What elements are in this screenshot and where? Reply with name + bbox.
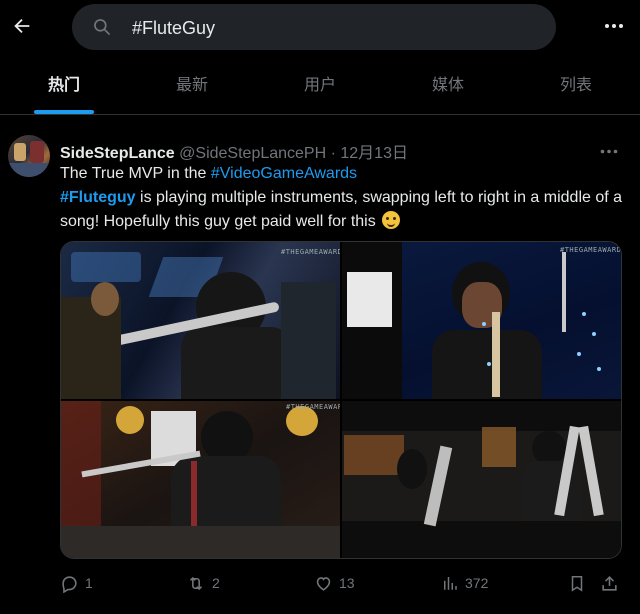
display-name[interactable]: SideStepLance [60,145,175,162]
heart-icon [316,576,331,591]
share-icon [602,575,617,591]
tab-label: 热门 [47,75,80,94]
more-options-button[interactable] [600,12,628,40]
post-text-intro: The True MVP in the [60,165,211,182]
share-button[interactable] [600,569,619,597]
post-text-body: is playing multiple instruments, swappin… [60,189,623,230]
tab-people[interactable]: 用户 [256,56,384,114]
like-count: 13 [339,575,355,591]
media-image-4[interactable] [342,401,621,558]
top-bar [0,0,640,56]
post-header: SideStepLance @SideStepLancePH · 12月13日 [60,139,408,163]
media-image-1[interactable]: #THEGAMEAWARDS [61,242,340,399]
separator: · [326,145,341,162]
reply-icon [62,575,77,593]
bookmark-button[interactable] [568,569,586,597]
tab-media[interactable]: 媒体 [384,56,512,114]
search-icon [94,19,110,35]
more-horizontal-icon [605,24,623,28]
tab-label: 媒体 [431,75,464,94]
tab-lists[interactable]: 列表 [512,56,640,114]
views-button[interactable]: 372 [441,569,488,597]
hashtag-link[interactable]: #Fluteguy [60,189,136,206]
more-horizontal-icon [600,149,618,153]
post-date[interactable]: 12月13日 [340,145,408,162]
post-more-button[interactable] [596,141,622,161]
active-tab-indicator [34,110,94,114]
media-image-3[interactable]: #THEGAMEAWARDS [61,401,340,558]
back-button[interactable] [6,10,38,42]
repost-icon [189,576,203,590]
repost-button[interactable]: 2 [186,569,220,597]
media-grid[interactable]: #THEGAMEAWARDS #THEGAMEAWARDS #THEGAMEAW… [60,241,622,559]
watermark: #THEGAMEAWARDS [560,246,621,254]
search-tabs: 热门 最新 用户 媒体 列表 [0,56,640,115]
reply-count: 1 [85,575,93,591]
tab-label: 用户 [303,75,336,94]
avatar[interactable] [8,135,50,177]
post-text: The True MVP in the #VideoGameAwards #Fl… [60,162,628,234]
tab-latest[interactable]: 最新 [128,56,256,114]
post[interactable]: SideStepLance @SideStepLancePH · 12月13日 … [0,123,640,614]
user-handle[interactable]: @SideStepLancePH [179,145,326,162]
watermark: #THEGAMEAWARDS [281,248,340,256]
tab-label: 列表 [559,75,592,94]
reply-button[interactable]: 1 [60,569,93,597]
post-actions: 1 2 13 372 [60,569,628,597]
like-button[interactable]: 13 [314,569,355,597]
repost-count: 2 [212,575,220,591]
bookmark-icon [571,575,583,592]
analytics-icon [444,577,457,590]
tab-top[interactable]: 热门 [0,56,128,114]
view-count: 372 [465,575,489,591]
media-image-2[interactable]: #THEGAMEAWARDS [342,242,621,399]
tab-label: 最新 [175,75,208,94]
watermark: #THEGAMEAWARDS [286,403,340,411]
hashtag-link[interactable]: #VideoGameAwards [211,165,357,182]
arrow-left-icon [14,18,30,34]
search-input[interactable] [130,4,534,52]
emoji-icon [382,211,401,229]
search-box[interactable] [72,4,556,52]
